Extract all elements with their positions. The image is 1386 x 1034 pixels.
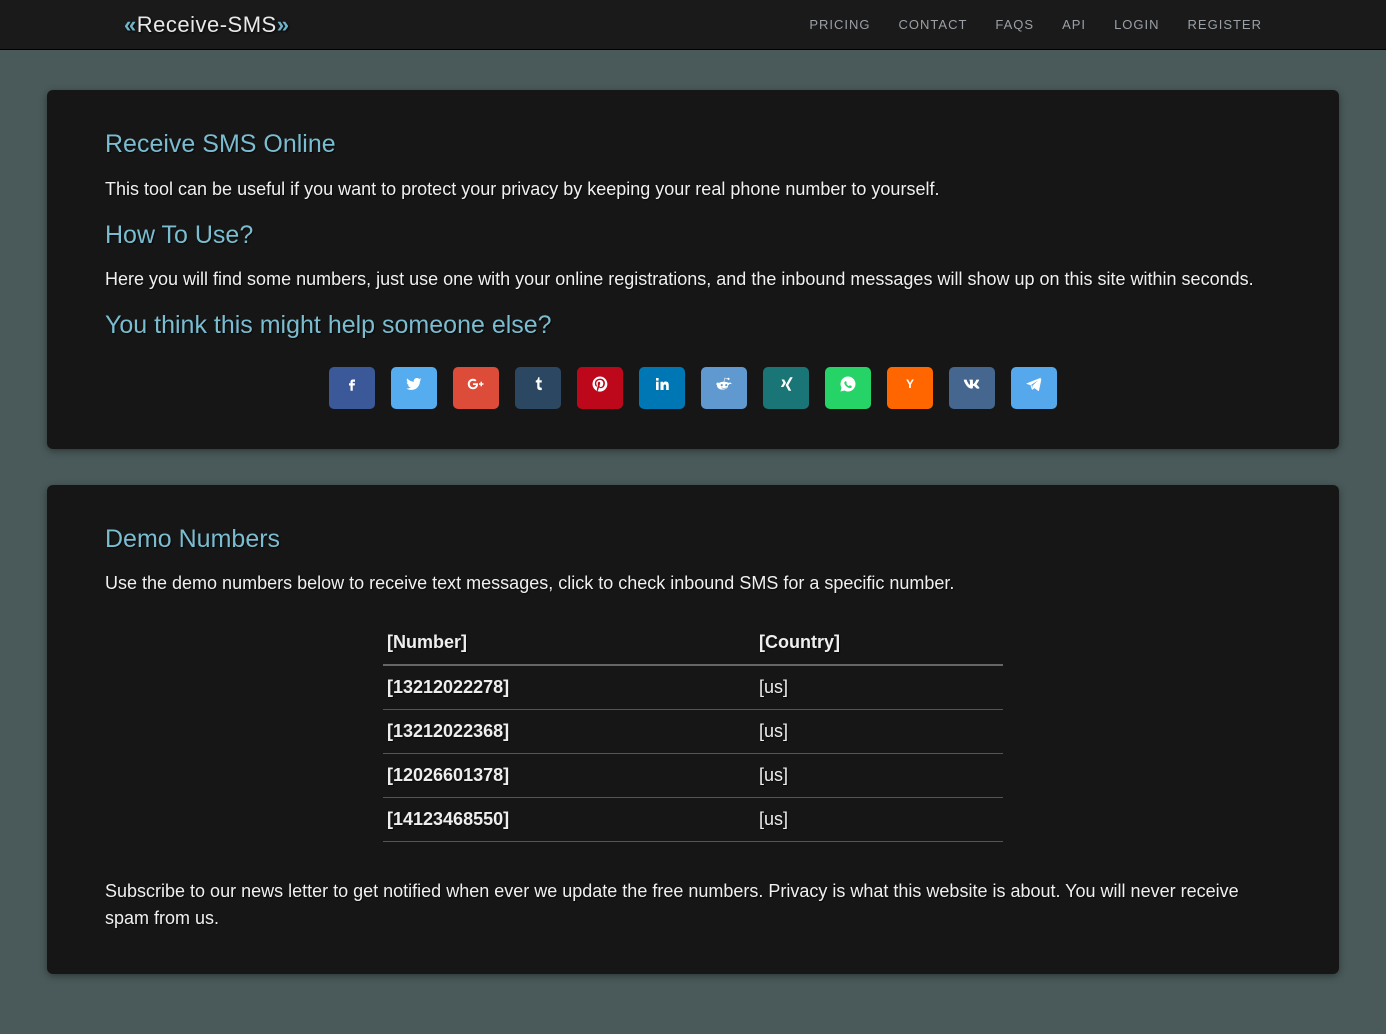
intro-text-1: This tool can be useful if you want to p… bbox=[105, 176, 1281, 203]
googleplus-icon bbox=[467, 374, 485, 401]
brand-angle-close: » bbox=[277, 12, 290, 37]
share-facebook[interactable] bbox=[329, 367, 375, 409]
share-linkedin[interactable] bbox=[639, 367, 685, 409]
share-telegram[interactable] bbox=[1011, 367, 1057, 409]
share-vk[interactable] bbox=[949, 367, 995, 409]
linkedin-icon bbox=[653, 374, 671, 401]
country-cell: [us] bbox=[755, 710, 1003, 754]
number-cell[interactable]: [13212022278] bbox=[383, 665, 755, 710]
demo-numbers-table: [Number] [Country] [13212022278] [us] [1… bbox=[383, 621, 1003, 842]
table-row[interactable]: [13212022278] [us] bbox=[383, 665, 1003, 710]
share-googleplus[interactable] bbox=[453, 367, 499, 409]
main-nav: PRICING CONTACT FAQS API LOGIN REGISTER bbox=[809, 15, 1262, 35]
nav-api[interactable]: API bbox=[1062, 15, 1086, 35]
brand-angle-open: « bbox=[124, 12, 137, 37]
col-number: [Number] bbox=[383, 621, 755, 665]
number-cell[interactable]: [14123468550] bbox=[383, 798, 755, 842]
share-twitter[interactable] bbox=[391, 367, 437, 409]
demo-footer: Subscribe to our news letter to get noti… bbox=[105, 878, 1281, 932]
share-whatsapp[interactable] bbox=[825, 367, 871, 409]
demo-lead: Use the demo numbers below to receive te… bbox=[105, 570, 1281, 597]
share-row: Y bbox=[105, 367, 1281, 409]
brand-logo[interactable]: «Receive-SMS» bbox=[124, 8, 289, 41]
intro-text-2: Here you will find some numbers, just us… bbox=[105, 266, 1281, 293]
heading-receive-sms: Receive SMS Online bbox=[105, 126, 1281, 164]
twitter-icon bbox=[405, 374, 423, 401]
facebook-icon bbox=[343, 374, 361, 401]
heading-how-to-use: How To Use? bbox=[105, 217, 1281, 255]
number-cell[interactable]: [12026601378] bbox=[383, 754, 755, 798]
country-cell: [us] bbox=[755, 754, 1003, 798]
nav-pricing[interactable]: PRICING bbox=[809, 15, 870, 35]
telegram-icon bbox=[1025, 374, 1043, 401]
nav-login[interactable]: LOGIN bbox=[1114, 15, 1159, 35]
tumblr-icon bbox=[529, 374, 547, 401]
share-pinterest[interactable] bbox=[577, 367, 623, 409]
country-cell: [us] bbox=[755, 665, 1003, 710]
intro-card: Receive SMS Online This tool can be usef… bbox=[47, 90, 1339, 449]
whatsapp-icon bbox=[839, 374, 857, 401]
svg-text:Y: Y bbox=[906, 377, 914, 391]
xing-icon bbox=[777, 374, 795, 401]
reddit-icon bbox=[715, 374, 733, 401]
share-xing[interactable] bbox=[763, 367, 809, 409]
country-cell: [us] bbox=[755, 798, 1003, 842]
table-row[interactable]: [13212022368] [us] bbox=[383, 710, 1003, 754]
hackernews-icon: Y bbox=[901, 374, 919, 401]
vk-icon bbox=[963, 374, 981, 401]
col-country: [Country] bbox=[755, 621, 1003, 665]
heading-demo-numbers: Demo Numbers bbox=[105, 521, 1281, 559]
table-row[interactable]: [12026601378] [us] bbox=[383, 754, 1003, 798]
demo-card: Demo Numbers Use the demo numbers below … bbox=[47, 485, 1339, 975]
heading-help-someone: You think this might help someone else? bbox=[105, 307, 1281, 345]
nav-contact[interactable]: CONTACT bbox=[899, 15, 968, 35]
nav-faqs[interactable]: FAQS bbox=[995, 15, 1034, 35]
share-tumblr[interactable] bbox=[515, 367, 561, 409]
pinterest-icon bbox=[591, 374, 609, 401]
brand-name: Receive-SMS bbox=[137, 12, 277, 37]
nav-register[interactable]: REGISTER bbox=[1188, 15, 1262, 35]
number-cell[interactable]: [13212022368] bbox=[383, 710, 755, 754]
share-reddit[interactable] bbox=[701, 367, 747, 409]
table-row[interactable]: [14123468550] [us] bbox=[383, 798, 1003, 842]
share-hackernews[interactable]: Y bbox=[887, 367, 933, 409]
top-bar: «Receive-SMS» PRICING CONTACT FAQS API L… bbox=[0, 0, 1386, 50]
